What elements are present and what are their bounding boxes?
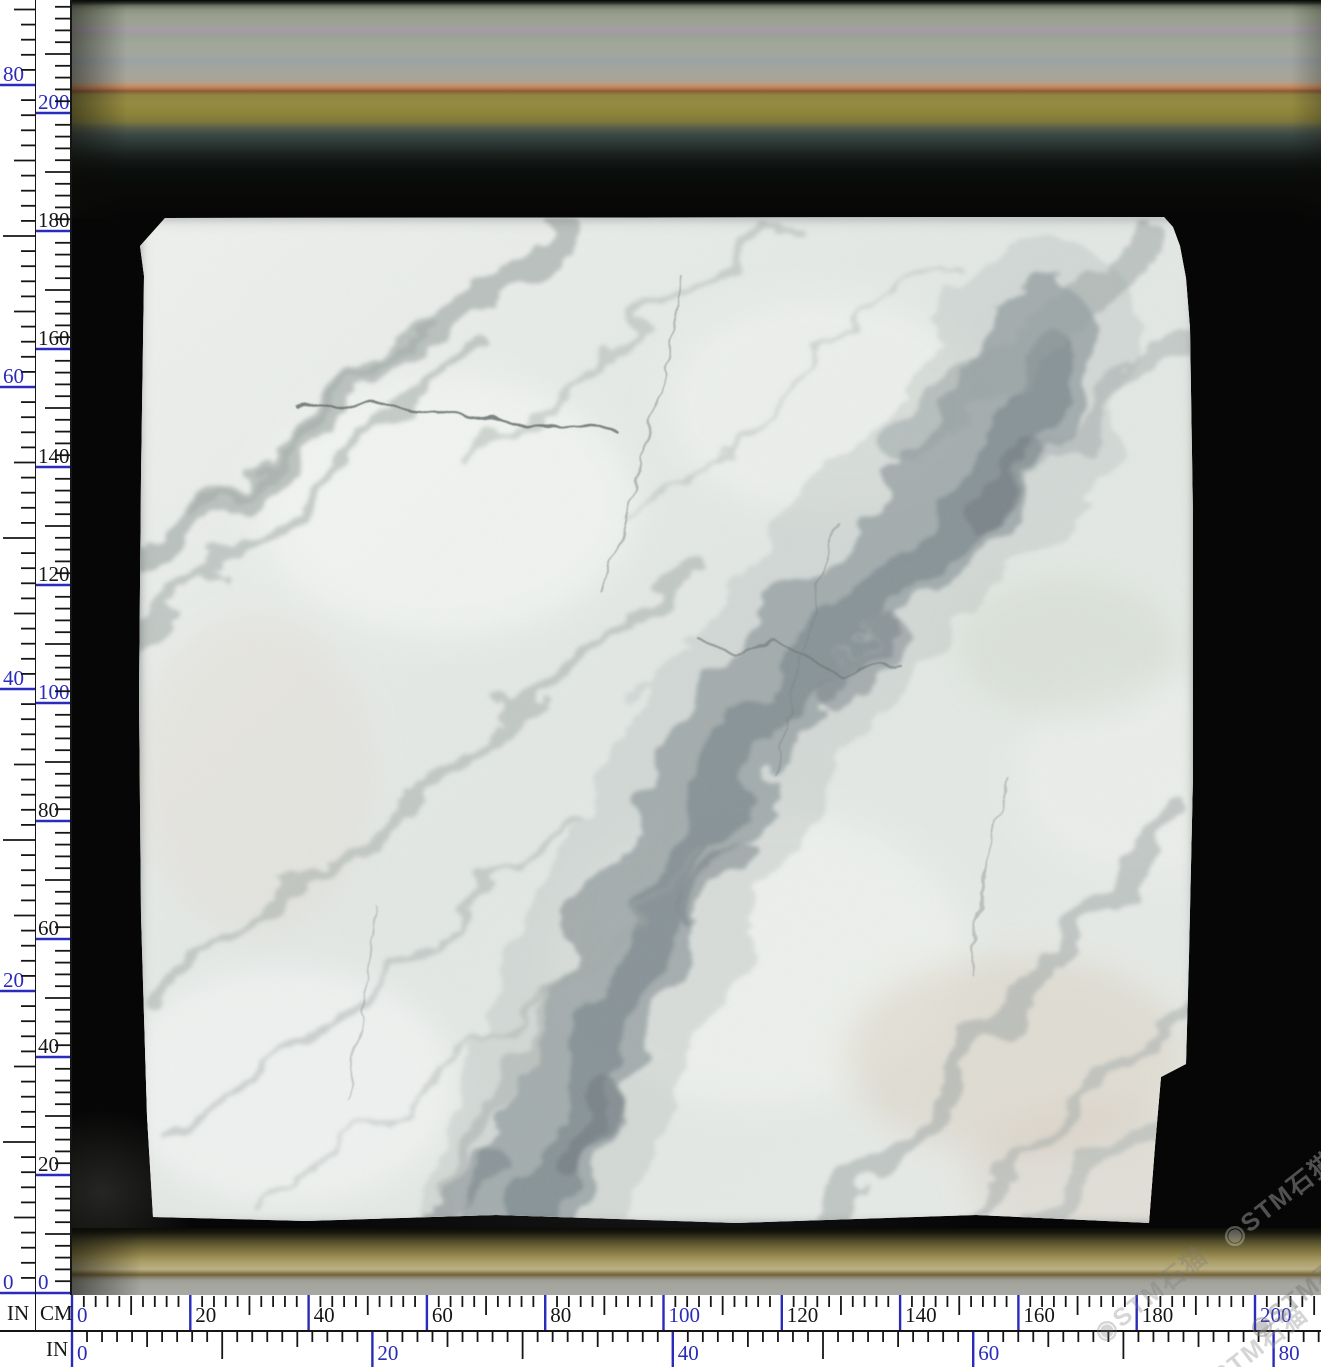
- svg-text:40: 40: [3, 666, 24, 690]
- bottom-cm-ruler: 020406080100120140160180200: [70, 1295, 1321, 1331]
- svg-text:80: 80: [1279, 1341, 1300, 1365]
- svg-text:140: 140: [905, 1303, 937, 1327]
- scanner-bottom-band: [72, 1228, 1321, 1295]
- corner-unit-label-inch: IN: [7, 1301, 29, 1326]
- svg-text:60: 60: [978, 1341, 999, 1365]
- svg-text:160: 160: [1023, 1303, 1055, 1327]
- corner-unit-label-inch-bottom: IN: [46, 1337, 68, 1362]
- svg-text:180: 180: [1142, 1303, 1174, 1327]
- ruler-divider-line: [0, 1330, 1321, 1332]
- svg-text:0: 0: [38, 1270, 49, 1294]
- svg-text:40: 40: [678, 1341, 699, 1365]
- slab-edge-shading: [136, 216, 1198, 1230]
- svg-text:20: 20: [377, 1341, 398, 1365]
- corner-unit-label-cm: CM: [40, 1301, 73, 1326]
- ruler-divider-line: [35, 0, 37, 1331]
- svg-text:20: 20: [3, 968, 24, 992]
- scan-image-area: [72, 0, 1321, 1295]
- marble-slab: [136, 216, 1198, 1230]
- svg-text:60: 60: [3, 364, 24, 388]
- svg-text:80: 80: [3, 62, 24, 86]
- left-inch-ruler: 0 20 40 60 80: [0, 0, 36, 1296]
- svg-text:100: 100: [669, 1303, 701, 1327]
- scanner-top-band: [72, 0, 1321, 218]
- slab-scanner-page: 020406080 020406080100120140160180200 02…: [0, 0, 1321, 1367]
- svg-text:120: 120: [787, 1303, 819, 1327]
- svg-text:0: 0: [77, 1341, 88, 1365]
- svg-text:0: 0: [3, 1270, 14, 1294]
- svg-text:200: 200: [1260, 1303, 1292, 1327]
- left-cm-ruler: 020406080100120140160180200: [36, 0, 72, 1296]
- ruler-divider-line: [70, 0, 72, 1295]
- bottom-inch-ruler: 0 20 40 60 80: [70, 1331, 1321, 1367]
- svg-text:0: 0: [77, 1303, 88, 1327]
